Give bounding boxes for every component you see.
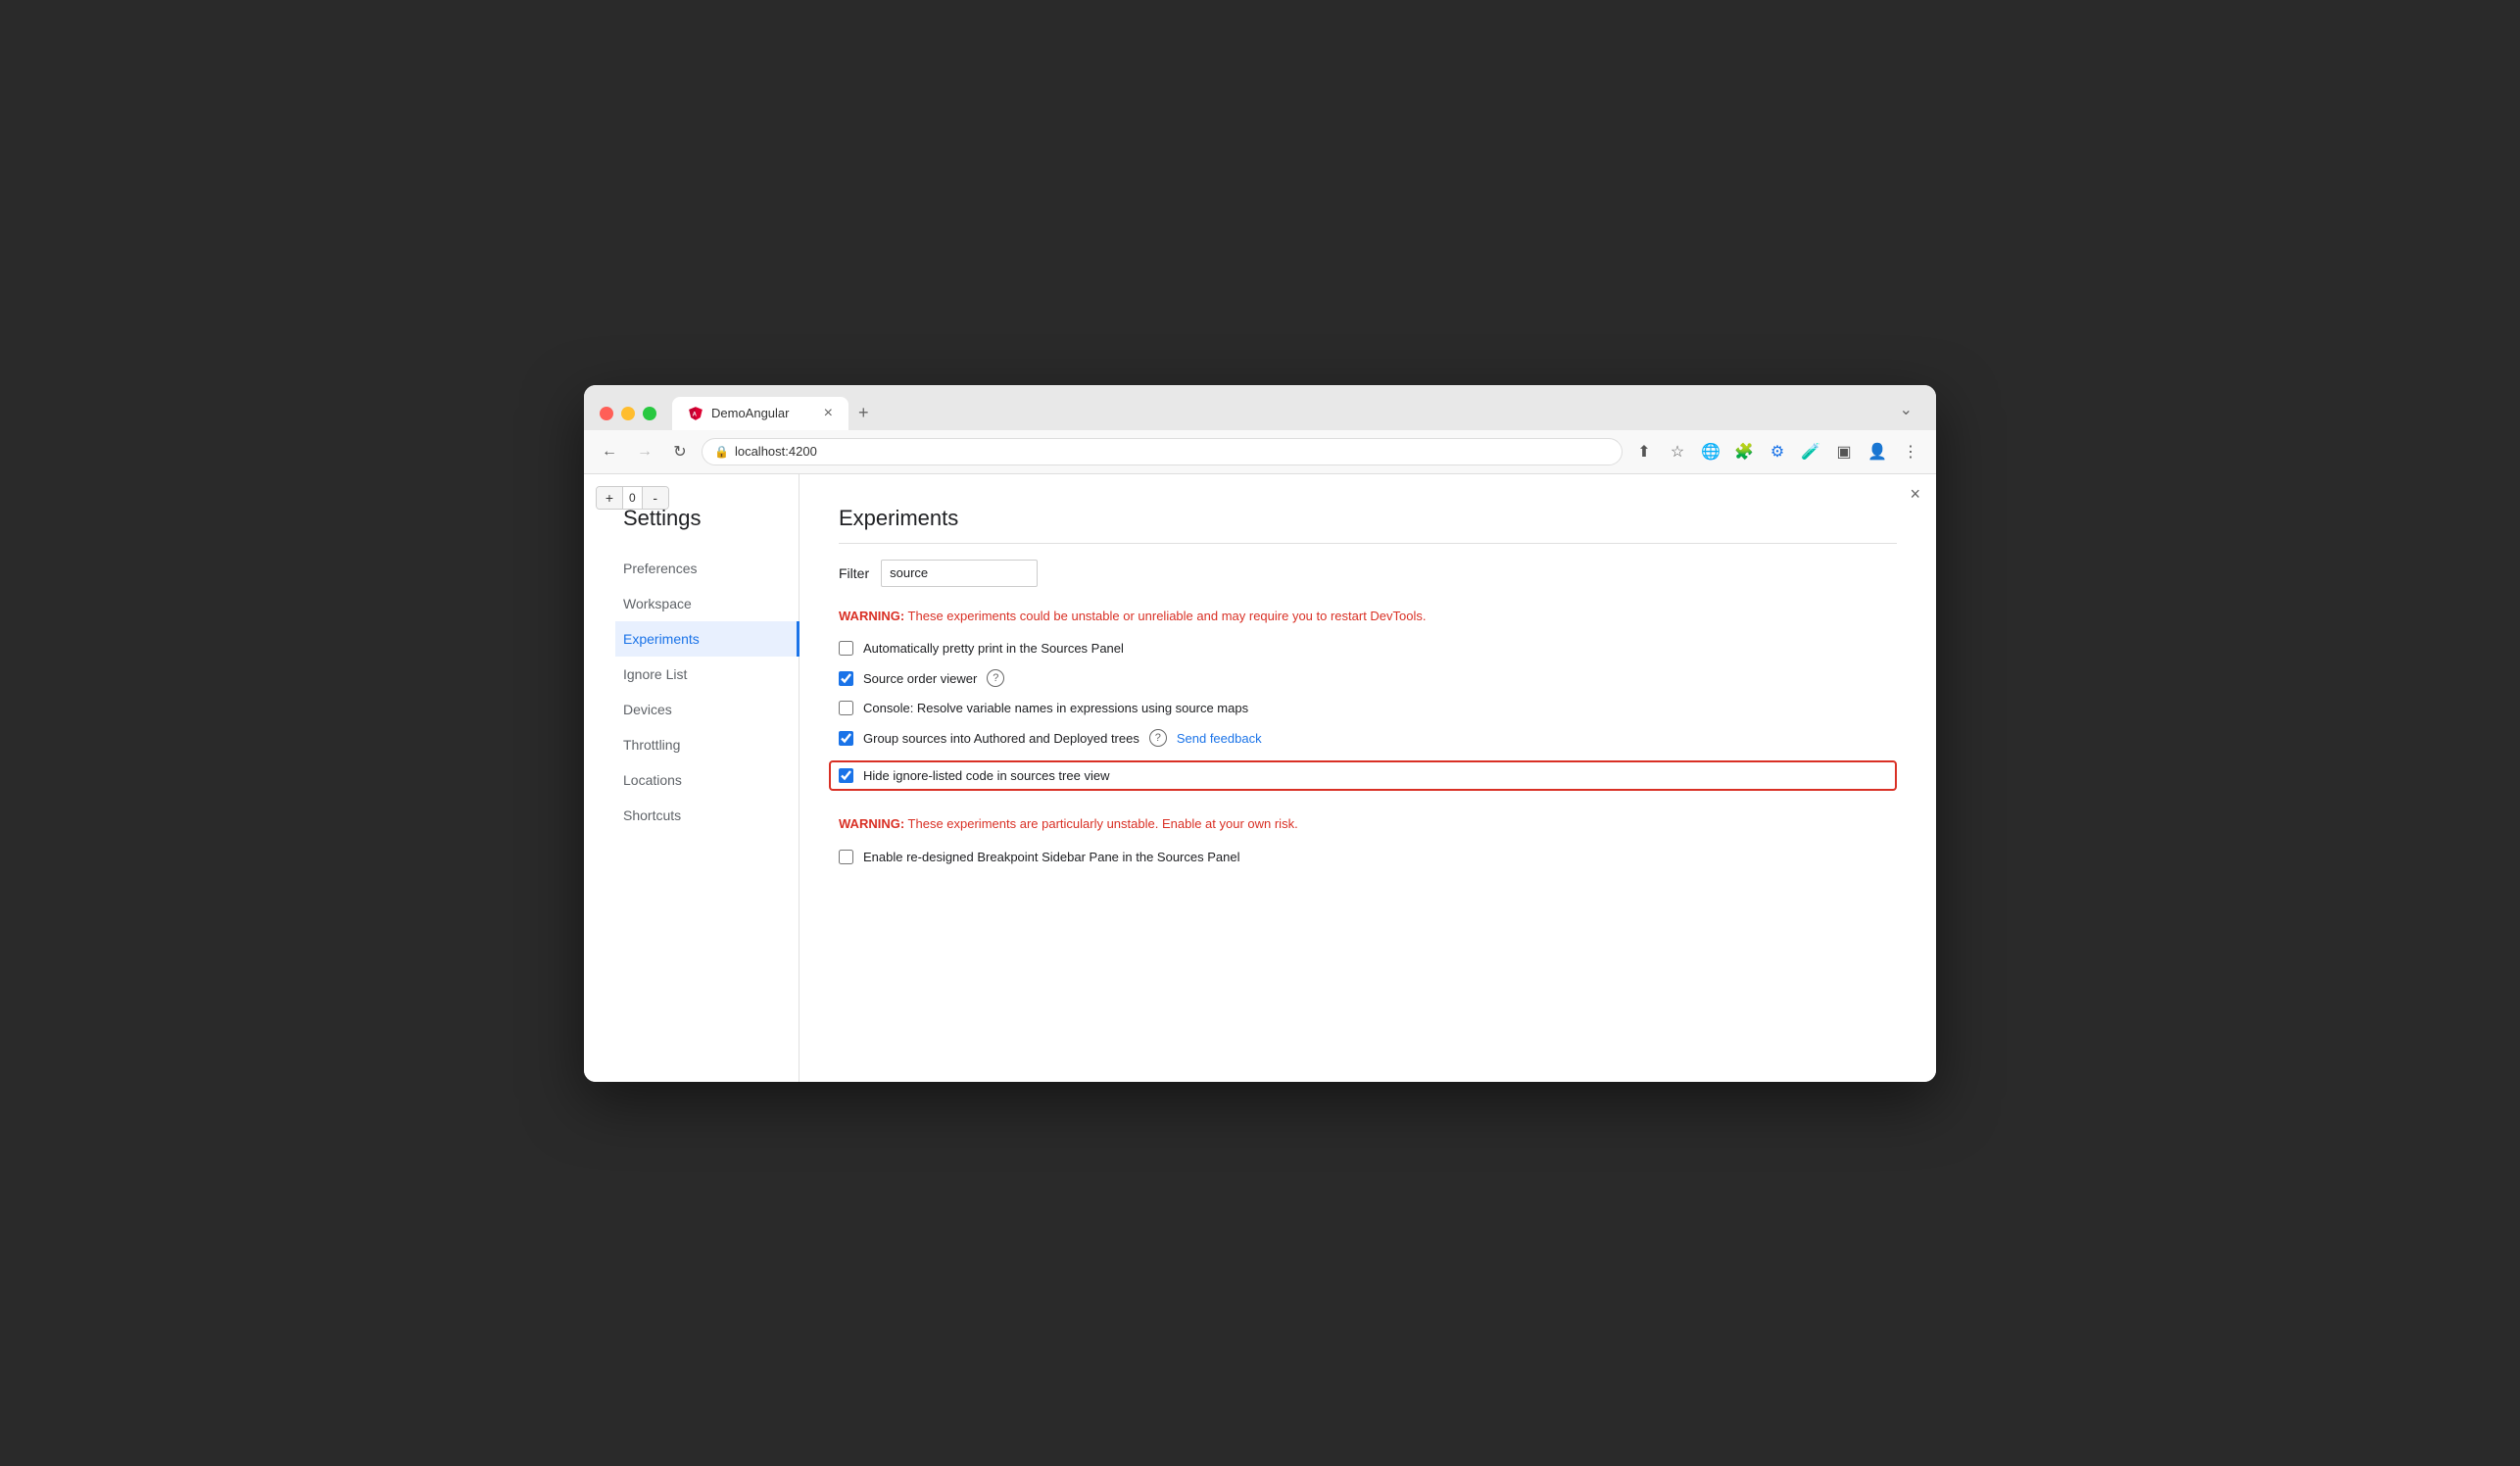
- sidebar-item-shortcuts[interactable]: Shortcuts: [623, 798, 800, 833]
- new-tab-button[interactable]: +: [848, 397, 879, 429]
- share-icon[interactable]: ⬆: [1630, 438, 1658, 465]
- toolbar-actions: ⬆ ☆ 🌐 🧩 ⚙ 🧪 ▣ 👤 ⋮: [1630, 438, 1924, 465]
- angular-icon: A: [688, 406, 703, 421]
- experiment-source-order: Source order viewer ?: [839, 669, 1897, 687]
- page-content: + 0 - × Settings Preferences Workspace E…: [584, 474, 1936, 1082]
- sidebar-item-preferences[interactable]: Preferences: [623, 551, 800, 586]
- browser-toolbar: ← → ↻ 🔒 localhost:4200 ⬆ ☆ 🌐 🧩 ⚙ 🧪 ▣ 👤 ⋮: [584, 430, 1936, 474]
- sidebar-nav: Preferences Workspace Experiments Ignore…: [623, 551, 799, 833]
- console-resolve-label: Console: Resolve variable names in expre…: [863, 701, 1248, 715]
- zoom-in-button[interactable]: +: [597, 487, 622, 509]
- address-bar[interactable]: 🔒 localhost:4200: [702, 438, 1623, 465]
- sidebar-item-devices[interactable]: Devices: [623, 692, 800, 727]
- zoom-out-button[interactable]: -: [643, 487, 668, 509]
- sidebar-item-experiments[interactable]: Experiments: [615, 621, 800, 657]
- filter-label: Filter: [839, 565, 869, 581]
- browser-window: A DemoAngular × + ⌄ ← → ↻ 🔒 localhost:42…: [584, 385, 1936, 1082]
- send-feedback-link[interactable]: Send feedback: [1177, 731, 1262, 746]
- traffic-light-green[interactable]: [643, 407, 656, 420]
- pretty-print-checkbox[interactable]: [839, 641, 853, 656]
- sidebar-item-ignore-list[interactable]: Ignore List: [623, 657, 800, 692]
- sidebar-toggle-icon[interactable]: ▣: [1830, 438, 1858, 465]
- menu-icon[interactable]: ⋮: [1897, 438, 1924, 465]
- extensions-icon[interactable]: 🧩: [1730, 438, 1758, 465]
- url-text: localhost:4200: [735, 444, 817, 459]
- settings-main: Experiments Filter WARNING: These experi…: [800, 474, 1936, 1082]
- svg-text:A: A: [693, 412, 698, 417]
- source-order-help-icon[interactable]: ?: [987, 669, 1004, 687]
- breakpoint-sidebar-label: Enable re-designed Breakpoint Sidebar Pa…: [863, 850, 1239, 864]
- experiment-console-resolve: Console: Resolve variable names in expre…: [839, 701, 1897, 715]
- traffic-lights: [600, 407, 656, 420]
- back-button[interactable]: ←: [596, 438, 623, 465]
- experiment-breakpoint-sidebar: Enable re-designed Breakpoint Sidebar Pa…: [839, 850, 1897, 864]
- source-order-checkbox[interactable]: [839, 671, 853, 686]
- profile-icon[interactable]: 👤: [1864, 438, 1891, 465]
- forward-button[interactable]: →: [631, 438, 658, 465]
- warning-label-1: WARNING:: [839, 609, 904, 623]
- zoom-value: 0: [622, 487, 643, 509]
- experiment-hide-ignore: Hide ignore-listed code in sources tree …: [829, 760, 1897, 791]
- experiment-pretty-print: Automatically pretty print in the Source…: [839, 641, 1897, 656]
- collapse-button[interactable]: ⌄: [1900, 402, 1913, 418]
- hide-ignore-checkbox[interactable]: [839, 768, 853, 783]
- sidebar-item-throttling[interactable]: Throttling: [623, 727, 800, 762]
- group-sources-help-icon[interactable]: ?: [1149, 729, 1167, 747]
- source-order-label: Source order viewer: [863, 671, 977, 686]
- bookmark-icon[interactable]: ☆: [1664, 438, 1691, 465]
- breakpoint-sidebar-checkbox[interactable]: [839, 850, 853, 864]
- devtools-icon[interactable]: ⚙: [1764, 438, 1791, 465]
- console-resolve-checkbox[interactable]: [839, 701, 853, 715]
- sidebar-item-locations[interactable]: Locations: [623, 762, 800, 798]
- tab-close-button[interactable]: ×: [824, 405, 833, 422]
- experiment-group-sources: Group sources into Authored and Deployed…: [839, 729, 1897, 747]
- panel-close-button[interactable]: ×: [1910, 484, 1920, 505]
- hide-ignore-label: Hide ignore-listed code in sources tree …: [863, 768, 1109, 783]
- filter-input[interactable]: [881, 560, 1038, 587]
- group-sources-label: Group sources into Authored and Deployed…: [863, 731, 1139, 746]
- experiments-title: Experiments: [839, 506, 1897, 544]
- zoom-controls: + 0 -: [596, 486, 669, 510]
- browser-tab[interactable]: A DemoAngular ×: [672, 397, 848, 430]
- warning-text-1: WARNING: These experiments could be unst…: [839, 607, 1897, 626]
- traffic-light-red[interactable]: [600, 407, 613, 420]
- settings-sidebar: Settings Preferences Workspace Experimen…: [584, 474, 800, 1082]
- reload-button[interactable]: ↻: [666, 438, 694, 465]
- pretty-print-label: Automatically pretty print in the Source…: [863, 641, 1124, 656]
- filter-row: Filter: [839, 560, 1897, 587]
- earth-icon[interactable]: 🌐: [1697, 438, 1724, 465]
- tab-bar: A DemoAngular × +: [672, 397, 879, 430]
- browser-titlebar: A DemoAngular × + ⌄: [584, 385, 1936, 430]
- flask-icon[interactable]: 🧪: [1797, 438, 1824, 465]
- warning-label-2: WARNING:: [839, 816, 904, 831]
- sidebar-item-workspace[interactable]: Workspace: [623, 586, 800, 621]
- tab-title: DemoAngular: [711, 406, 790, 420]
- warning-text-2: WARNING: These experiments are particula…: [839, 814, 1897, 834]
- group-sources-checkbox[interactable]: [839, 731, 853, 746]
- traffic-light-yellow[interactable]: [621, 407, 635, 420]
- security-icon: 🔒: [714, 445, 729, 459]
